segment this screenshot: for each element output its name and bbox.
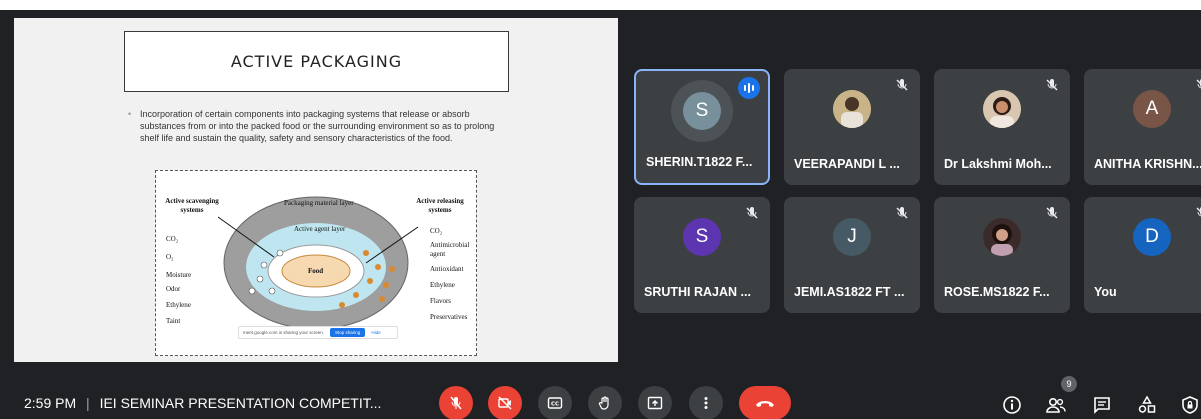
- people-button[interactable]: [1045, 394, 1067, 416]
- participant-name: ROSE.MS1822 F...: [944, 285, 1050, 299]
- diagram-left-item: Moisture: [166, 271, 192, 279]
- participant-tile-you[interactable]: D You: [1084, 197, 1201, 313]
- info-icon: [1003, 396, 1021, 414]
- participant-tile-rose[interactable]: ROSE.MS1822 F...: [934, 197, 1070, 313]
- diagram-right-item: Antioxidant: [430, 265, 464, 273]
- participant-name: Dr Lakshmi Moh...: [944, 157, 1052, 171]
- diagram-left-heading: Active scavenging systems: [165, 197, 219, 214]
- avatar: S: [683, 218, 721, 256]
- speaking-indicator-icon: [738, 77, 760, 99]
- diagram-right-item: Preservatives: [430, 313, 468, 321]
- mic-off-icon: [1046, 79, 1058, 91]
- raise-hand-button[interactable]: [588, 386, 622, 419]
- slide-title-box: ACTIVE PACKAGING: [124, 31, 509, 92]
- mic-off-icon: [450, 396, 462, 410]
- bullet-dot-icon: •: [128, 109, 132, 119]
- diagram-left-item: Ethylene: [166, 301, 191, 309]
- diagram-inner-label: Active agent layer: [294, 225, 346, 233]
- slide-title: ACTIVE PACKAGING: [230, 52, 403, 71]
- diagram-right-heading: Active releasing systems: [416, 197, 464, 214]
- avatar: S: [683, 92, 721, 130]
- diagram-food-label: Food: [308, 267, 324, 275]
- share-bar-text: meet.google.com is sharing your screen.: [243, 330, 325, 335]
- stop-sharing-button[interactable]: Stop sharing: [330, 328, 366, 337]
- shield-lock-icon: [1182, 396, 1198, 414]
- diagram-left-item: CO₂: [166, 235, 179, 243]
- participant-name: VEERAPANDI L ...: [794, 157, 900, 171]
- more-vertical-icon: [704, 397, 708, 409]
- diagram-outer-label: Packaging material layer: [284, 199, 354, 207]
- meeting-details-button[interactable]: [1001, 394, 1023, 416]
- diagram-right-item: Ethylene: [430, 281, 455, 289]
- closed-captions-icon: CC: [547, 397, 563, 409]
- present-now-button[interactable]: [638, 386, 672, 419]
- activities-button[interactable]: [1136, 394, 1158, 416]
- diagram-right-item: Antimicrobial agent: [430, 241, 470, 258]
- hang-up-icon: [756, 401, 774, 407]
- activities-shapes-icon: [1138, 395, 1156, 413]
- raise-hand-icon: [598, 396, 609, 410]
- participant-name: ANITHA KRISHN...: [1094, 157, 1201, 171]
- participant-name: SRUTHI RAJAN ...: [644, 285, 751, 299]
- avatar: J: [833, 218, 871, 256]
- chat-button[interactable]: [1091, 394, 1113, 416]
- diagram-left-item: Odor: [166, 285, 181, 293]
- participant-name: SHERIN.T1822 F...: [646, 155, 753, 169]
- participant-name: JEMI.AS1822 FT ...: [794, 285, 905, 299]
- microphone-toggle-button[interactable]: [439, 386, 473, 419]
- mic-off-icon: [1196, 79, 1201, 89]
- mic-off-icon: [896, 79, 908, 91]
- diagram-right-item: CO₂: [430, 227, 443, 235]
- svg-text:CC: CC: [551, 402, 559, 408]
- avatar: A: [1133, 90, 1171, 128]
- avatar: [983, 90, 1021, 128]
- participant-tile-sherin[interactable]: S SHERIN.T1822 F...: [634, 69, 770, 185]
- host-controls-button[interactable]: [1179, 394, 1201, 416]
- people-icon: [1046, 397, 1066, 413]
- avatar: D: [1133, 218, 1171, 256]
- diagram-left-item: O₂: [166, 253, 174, 261]
- meeting-time: 2:59 PM: [24, 395, 77, 411]
- meeting-info: 2:59 PM | IEI SEMINAR PRESENTATION COMPE…: [24, 395, 381, 411]
- participant-tile-jemi[interactable]: J JEMI.AS1822 FT ...: [784, 197, 920, 313]
- slide-bullet-text: Incorporation of certain components into…: [140, 109, 495, 143]
- meeting-title: IEI SEMINAR PRESENTATION COMPETIT...: [99, 395, 382, 411]
- top-strip: [0, 0, 1201, 10]
- participant-count-badge: 9: [1061, 376, 1077, 392]
- more-options-button[interactable]: [689, 386, 723, 419]
- participant-tile-anitha[interactable]: A ANITHA KRISHN...: [1084, 69, 1201, 185]
- avatar: [983, 218, 1021, 256]
- leave-call-button[interactable]: [739, 386, 791, 419]
- shared-presentation: ACTIVE PACKAGING • Incorporation of cert…: [14, 18, 618, 362]
- screen-share-bar: meet.google.com is sharing your screen. …: [238, 326, 398, 339]
- active-packaging-diagram: Active scavenging systems CO₂ O₂ Moistur…: [155, 170, 477, 356]
- hide-share-bar-button[interactable]: Hide: [371, 330, 380, 335]
- camera-off-icon: [498, 396, 512, 410]
- present-screen-icon: [647, 396, 663, 410]
- mic-off-icon: [746, 207, 758, 219]
- chat-icon: [1094, 397, 1110, 414]
- avatar: [833, 90, 871, 128]
- captions-button[interactable]: CC: [538, 386, 572, 419]
- participant-name: You: [1094, 285, 1117, 299]
- slide-bullet: • Incorporation of certain components in…: [128, 108, 508, 144]
- participant-tile-lakshmi[interactable]: Dr Lakshmi Moh...: [934, 69, 1070, 185]
- mic-off-icon: [1196, 207, 1201, 217]
- diagram-right-item: Flavors: [430, 297, 451, 305]
- mic-off-icon: [896, 207, 908, 219]
- participant-tile-sruthi[interactable]: S SRUTHI RAJAN ...: [634, 197, 770, 313]
- diagram-left-item: Taint: [166, 317, 181, 325]
- meeting-info-separator: |: [86, 395, 90, 411]
- camera-toggle-button[interactable]: [488, 386, 522, 419]
- mic-off-icon: [1046, 207, 1058, 219]
- meeting-controls-bar: 2:59 PM | IEI SEMINAR PRESENTATION COMPE…: [0, 380, 1201, 419]
- participant-tile-veerapandi[interactable]: VEERAPANDI L ...: [784, 69, 920, 185]
